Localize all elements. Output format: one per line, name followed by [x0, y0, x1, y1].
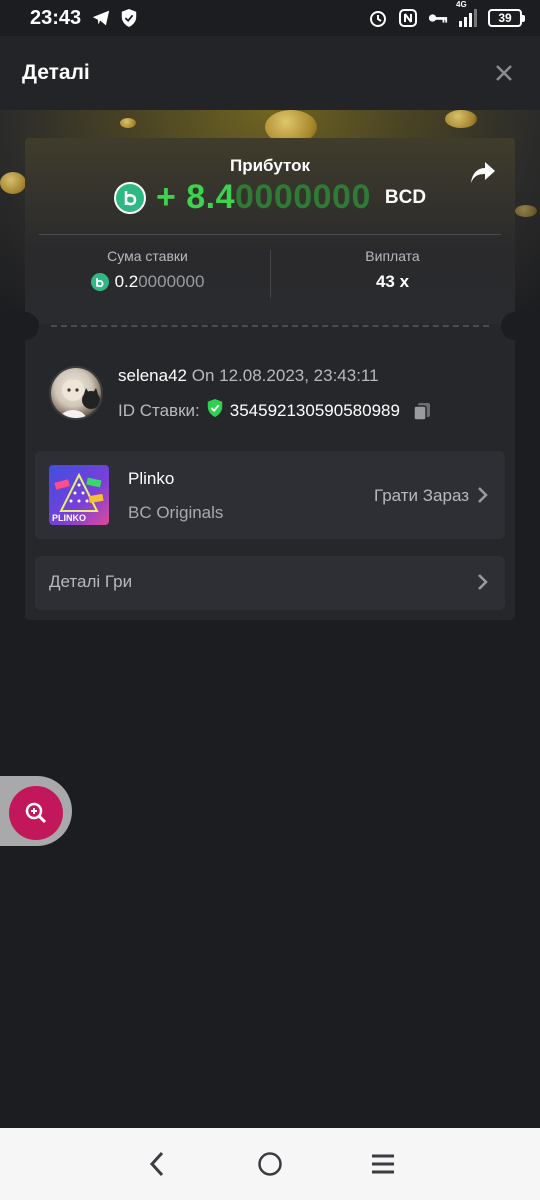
telegram-icon [91, 8, 111, 28]
bet-timestamp: On 12.08.2023, 23:43:11 [187, 366, 379, 385]
recents-button[interactable] [363, 1144, 403, 1184]
home-button[interactable] [250, 1144, 290, 1184]
system-nav-bar [0, 1128, 540, 1200]
payout-value: 43 x [375, 272, 410, 291]
home-icon [258, 1152, 282, 1176]
copy-button[interactable] [412, 401, 432, 421]
key-icon [428, 8, 448, 28]
coin-decoration [515, 205, 537, 217]
status-time: 23:43 [30, 6, 82, 29]
page-title: Деталі [22, 61, 90, 84]
copy-icon [413, 402, 430, 421]
bet-amount-label: Сума ставки [107, 248, 188, 264]
battery-icon: 39 [488, 9, 525, 27]
back-button[interactable] [137, 1144, 177, 1184]
bet-id-value: 354592130590580989 [229, 400, 400, 420]
chevron-right-icon [475, 572, 491, 592]
signal-icon: 4G [456, 0, 478, 28]
shield-check-icon [119, 8, 139, 28]
menu-icon [372, 1154, 395, 1174]
ticket-notch [11, 312, 39, 340]
game-provider: BC Originals [128, 503, 224, 522]
verified-shield-icon [206, 398, 224, 423]
payout-label: Виплата [365, 248, 420, 264]
close-button[interactable] [490, 59, 518, 87]
coin-decoration [445, 110, 477, 128]
bet-id-row: ID Ставки: 354592130590580989 [118, 398, 432, 423]
avatar[interactable] [49, 366, 103, 420]
coin-decoration [0, 172, 26, 194]
play-now-button[interactable]: Грати Зараз [374, 486, 469, 506]
plinko-thumb-text: PLINKO [52, 513, 87, 523]
bcd-coin-icon [90, 273, 109, 291]
battery-level: 39 [498, 11, 512, 25]
bcd-coin-icon [113, 181, 146, 214]
dashed-divider [51, 325, 489, 327]
plinko-thumbnail: PLINKO [49, 465, 109, 525]
profit-label: Прибуток [230, 156, 310, 175]
bet-details-card: Прибуток + 8.40000000 BCD Сума ставки 0.… [11, 138, 529, 620]
chevron-right-icon [475, 485, 491, 505]
payout-stat: Виплата 43 x [270, 248, 515, 292]
back-icon [149, 1151, 163, 1177]
profit-amount-row: + 8.40000000 BCD [25, 178, 515, 217]
close-icon [496, 65, 512, 81]
zoom-in-icon [25, 802, 47, 824]
status-bar: 23:43 4G 39 [0, 0, 540, 36]
bet-user-line: selena42 On 12.08.2023, 23:43:11 [118, 366, 379, 386]
network-type: 4G [456, 0, 467, 9]
avatar-image [59, 379, 100, 418]
game-details-label: Деталі Гри [49, 572, 133, 591]
coin-decoration [120, 118, 136, 128]
bet-amount-value: 0.20000000 [114, 272, 205, 291]
nfc-icon [398, 8, 418, 28]
bet-id-label: ID Ставки: [118, 400, 200, 420]
bet-amount-stat: Сума ставки 0.20000000 [25, 248, 270, 292]
game-row-plinko[interactable]: PLINKO Plinko BC Originals Грати Зараз [35, 451, 505, 539]
modal-header: Деталі [0, 36, 540, 110]
game-name: Plinko [128, 469, 175, 488]
alarm-icon [368, 8, 388, 28]
zoom-in-button[interactable] [9, 786, 63, 840]
ticket-notch [501, 312, 529, 340]
divider [39, 234, 501, 235]
username[interactable]: selena42 [118, 366, 187, 385]
game-details-row[interactable]: Деталі Гри [35, 556, 505, 610]
profit-amount: + 8.40000000 [155, 178, 371, 216]
currency-label: BCD [384, 186, 427, 208]
